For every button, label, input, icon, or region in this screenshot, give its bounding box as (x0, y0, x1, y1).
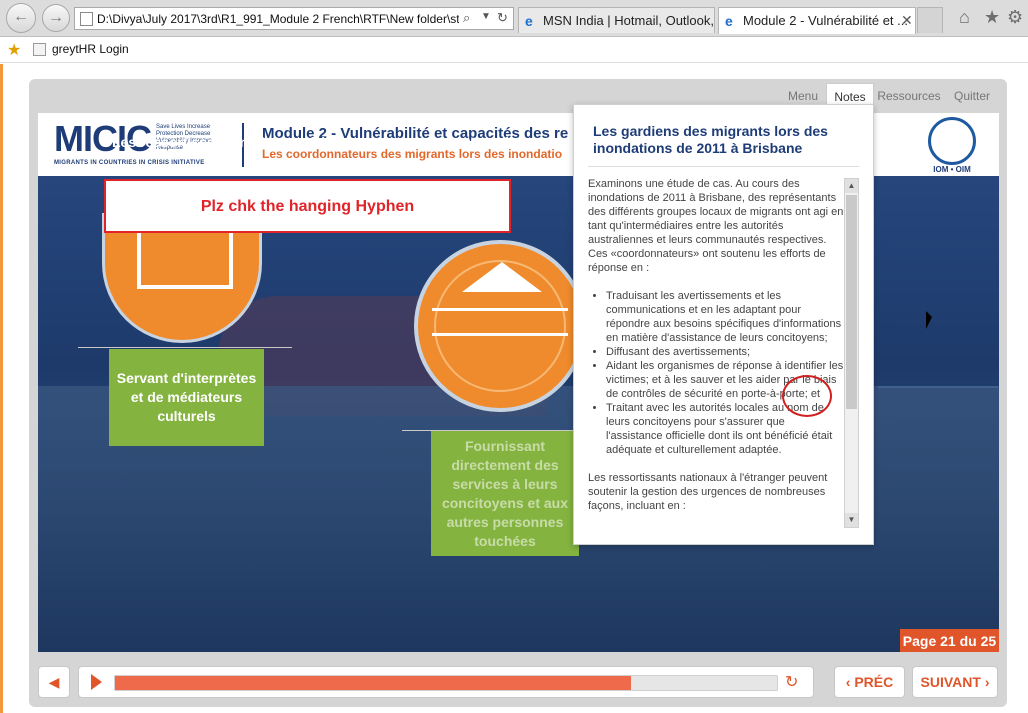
notes-title: Les gardiens des migrants lors des inond… (593, 123, 828, 156)
notes-divider (588, 166, 859, 167)
notes-scrollbar[interactable]: ▲ ▼ (844, 178, 859, 528)
progress-fill (115, 676, 631, 690)
review-annotation: Plz chk the hanging Hyphen (104, 179, 511, 233)
address-bar[interactable]: D:\Divya\July 2017\3rd\R1_991_Module 2 F… (74, 7, 514, 30)
close-icon[interactable]: ✕ (901, 12, 913, 29)
tab-module2[interactable]: e Module 2 - Vulnérabilité et ... ✕ (718, 7, 916, 34)
star-icon[interactable]: ★ (984, 7, 1000, 28)
search-icon[interactable]: ⌕ (463, 10, 470, 26)
mountain-icon (462, 262, 542, 292)
favorite-greythr-login[interactable]: greytHR Login (52, 42, 129, 56)
back-arrow-icon[interactable]: ← (6, 3, 36, 33)
notes-panel: Les gardiens des migrants lors des inond… (573, 104, 874, 545)
mouse-cursor-icon (926, 311, 932, 329)
refresh-icon[interactable]: ↻ (497, 10, 508, 26)
progress-track[interactable] (114, 675, 778, 691)
notes-body: Examinons une étude de cas. Au cours des… (588, 177, 844, 527)
gear-icon[interactable]: ⚙ (1007, 7, 1023, 28)
review-highlight-circle (782, 375, 832, 417)
annotation-text: Plz chk the hanging Hyphen (200, 198, 415, 215)
ie-icon: e (725, 13, 733, 29)
new-tab-button[interactable] (917, 7, 943, 33)
notes-intro: Examinons une étude de cas. Au cours des… (588, 178, 844, 274)
chevron-down-icon[interactable]: ▼ (481, 11, 491, 22)
scroll-thumb[interactable] (846, 195, 857, 409)
slide-heading: Les ressortissants nationaux à l'étrange… (112, 134, 562, 150)
notes-bullet-list: Traduisant les avertissements et les com… (588, 289, 844, 457)
list-item: Traduisant les avertissements et les com… (606, 289, 844, 345)
page-icon (80, 12, 93, 26)
tab-label: MSN India | Hotmail, Outlook, ... (543, 13, 715, 28)
rescue-circle-icon[interactable] (414, 240, 586, 412)
page-icon (33, 43, 46, 56)
prev-button[interactable]: ‹ PRÉC (834, 666, 905, 698)
address-text[interactable]: D:\Divya\July 2017\3rd\R1_991_Module 2 F… (97, 12, 459, 26)
logo-subtitle: MIGRANTS IN COUNTRIES IN CRISIS INITIATI… (54, 160, 205, 166)
label-interpreters: Servant d'interprètes et de médiateurs c… (109, 349, 264, 446)
page-counter: Page 21 du 25 (900, 629, 999, 652)
scroll-up-icon[interactable]: ▲ (845, 179, 858, 193)
volume-icon[interactable]: ◀ (38, 666, 70, 698)
iom-label: IOM • OIM (933, 165, 971, 174)
globe-icon (928, 117, 976, 165)
scroll-down-icon[interactable]: ▼ (845, 513, 858, 527)
slide-heading-end: ant en : (874, 134, 924, 150)
notes-outro: Les ressortissants nationaux à l'étrange… (588, 472, 828, 512)
label-services: Fournissant directement des services à l… (431, 431, 579, 556)
replay-icon[interactable]: ↻ (785, 672, 798, 692)
tab-ressources[interactable]: Ressources (874, 83, 944, 109)
tab-quitter[interactable]: Quitter (946, 83, 998, 109)
browser-toolbar: ← → D:\Divya\July 2017\3rd\R1_991_Module… (0, 0, 1028, 37)
tab-label: Module 2 - Vulnérabilité et ... (743, 13, 908, 28)
favorites-bar: ★ greytHR Login (0, 37, 1028, 63)
playback-bar: ↻ (78, 666, 814, 698)
divider (78, 347, 292, 348)
home-icon[interactable]: ⌂ (959, 7, 970, 28)
page-edge (0, 64, 3, 713)
iom-logo: IOM • OIM (924, 117, 980, 175)
play-icon[interactable] (91, 674, 102, 690)
background-fence (878, 386, 998, 446)
next-button[interactable]: SUIVANT › (912, 666, 998, 698)
ie-icon: e (525, 13, 533, 29)
tab-msn[interactable]: e MSN India | Hotmail, Outlook, ... (518, 7, 715, 33)
people-icon (432, 308, 568, 336)
favorites-star-icon[interactable]: ★ (7, 40, 21, 60)
list-item: Diffusant des avertissements; (606, 345, 844, 359)
forward-arrow-icon[interactable]: → (42, 4, 70, 32)
